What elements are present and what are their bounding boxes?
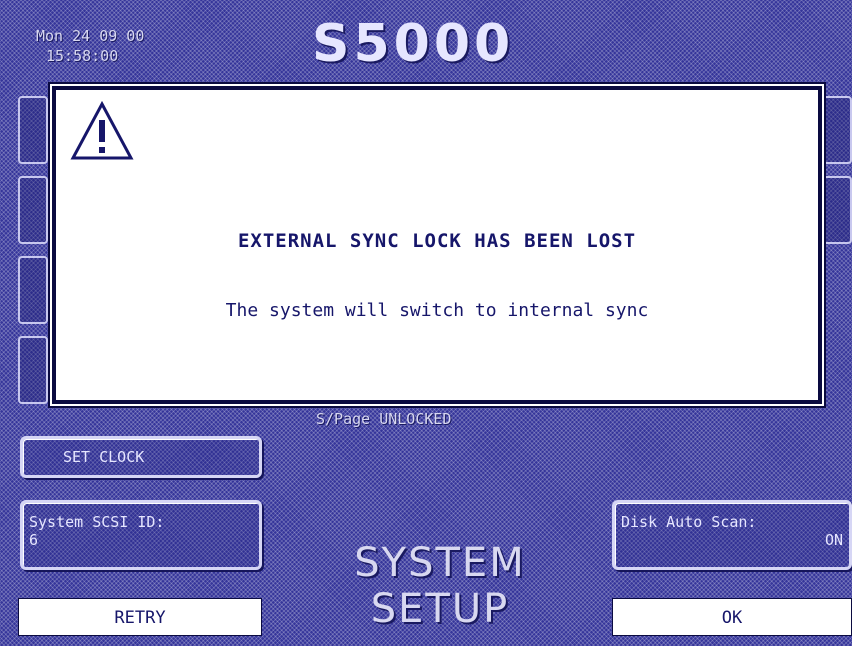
disk-auto-scan-button[interactable]: Disk Auto Scan: ON: [612, 500, 852, 570]
product-logo: S5000: [312, 14, 515, 74]
status-note: S/Page UNLOCKED: [316, 410, 452, 428]
screen-title-line-2: SETUP: [370, 586, 510, 632]
screen-title-line-1: SYSTEM: [354, 540, 526, 586]
left-side-button-1[interactable]: [18, 96, 48, 164]
ok-button[interactable]: OK: [612, 598, 852, 636]
retry-button[interactable]: RETRY: [18, 598, 262, 636]
date-text: Mon 24 09 00: [36, 27, 145, 45]
alert-heading: EXTERNAL SYNC LOCK HAS BEEN LOST: [237, 230, 637, 252]
scsi-id-label: System SCSI ID:: [29, 513, 165, 531]
disk-auto-scan-value: ON: [824, 531, 843, 549]
left-side-button-4[interactable]: [18, 336, 48, 404]
screen-title: SYSTEM SETUP: [340, 540, 540, 632]
alert-message: The system will switch to internal sync: [225, 300, 649, 321]
set-clock-label: SET CLOCK: [63, 448, 145, 466]
alert-dialog: EXTERNAL SYNC LOCK HAS BEEN LOST The sys…: [52, 86, 822, 404]
left-side-button-3[interactable]: [18, 256, 48, 324]
left-side-button-2[interactable]: [18, 176, 48, 244]
right-side-button-1[interactable]: [822, 96, 852, 164]
right-side-button-2[interactable]: [822, 176, 852, 244]
warning-icon: [70, 100, 134, 160]
time-text: 15:58:00: [46, 47, 119, 65]
scsi-id-button[interactable]: System SCSI ID: 6: [20, 500, 262, 570]
disk-auto-scan-label: Disk Auto Scan:: [621, 513, 757, 531]
set-clock-button[interactable]: SET CLOCK: [20, 436, 262, 478]
scsi-id-value: 6: [29, 531, 39, 549]
date-time-display: Mon 24 09 00 15:58:00: [36, 26, 144, 66]
